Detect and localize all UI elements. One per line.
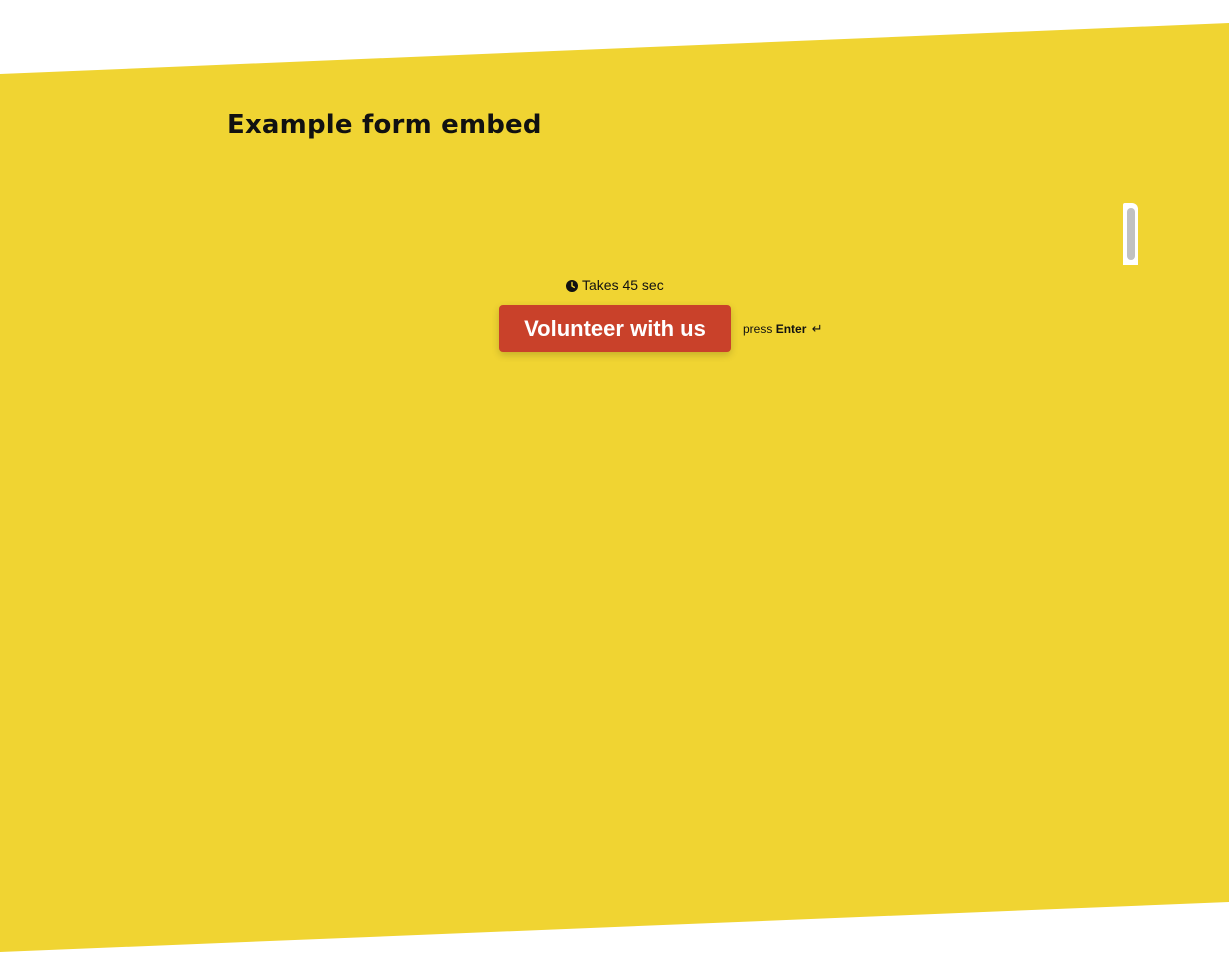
clock-icon — [566, 279, 578, 292]
page: Example form embed Takes 45 sec Voluntee… — [0, 0, 1229, 972]
duration-info: Takes 45 sec — [566, 277, 664, 293]
enter-hint: press Enter ↵ — [743, 322, 823, 337]
scrollbar-thumb[interactable] — [1127, 208, 1135, 260]
duration-text: Takes 45 sec — [582, 277, 664, 293]
form-embed: Takes 45 sec Volunteer with us press Ent… — [0, 0, 1229, 972]
enter-hint-prefix: press — [743, 322, 773, 336]
enter-hint-key: Enter — [775, 322, 807, 336]
scrollbar[interactable] — [1123, 203, 1138, 265]
volunteer-button[interactable]: Volunteer with us — [499, 305, 731, 352]
enter-key-icon: ↵ — [811, 322, 823, 337]
